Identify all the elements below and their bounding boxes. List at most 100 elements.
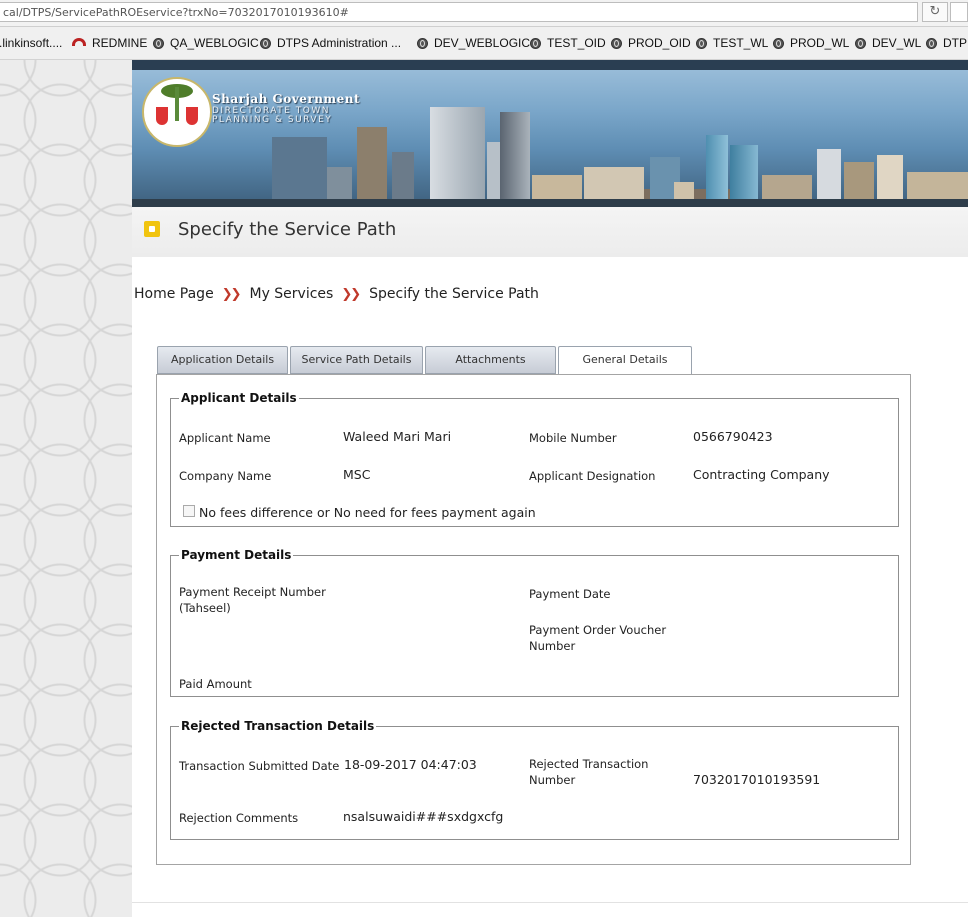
breadcrumb: Home Page ❯❯ My Services ❯❯ Specify the … xyxy=(134,286,539,302)
globe-icon xyxy=(530,37,541,49)
bookmark-dev-weblogic[interactable]: DEV_WEBLOGIC xyxy=(417,36,530,50)
skyline-building xyxy=(272,137,327,207)
sharjah-emblem-logo xyxy=(142,77,212,147)
footer-divider xyxy=(132,902,968,903)
applicant-designation-label: Applicant Designation xyxy=(529,469,656,483)
emblem-shield xyxy=(156,107,168,125)
payment-date-label: Payment Date xyxy=(529,587,611,601)
bookmark-label: DEV_WL xyxy=(872,36,922,50)
skyline-tower xyxy=(500,112,530,207)
redmine-icon xyxy=(72,37,86,46)
address-bar-area: cal/DTPS/ServicePathROEservice?trxNo=703… xyxy=(0,0,968,27)
bookmark-label: REDMINE xyxy=(92,36,148,50)
submitted-date-label: Transaction Submitted Date xyxy=(179,759,340,773)
bookmark-linkinsoft[interactable]: .linkinsoft.... xyxy=(0,36,62,50)
no-fees-checkbox-label: No fees difference or No need for fees p… xyxy=(199,505,536,520)
payment-receipt-label-line2: (Tahseel) xyxy=(179,601,231,615)
bookmark-prod-wl[interactable]: PROD_WL xyxy=(773,36,849,50)
org-subtitle-line2: PLANNING & SURVEY xyxy=(212,115,333,125)
main-content: Sharjah Government DIRECTORATE TOWN PLAN… xyxy=(132,60,968,917)
header-banner: Sharjah Government DIRECTORATE TOWN PLAN… xyxy=(132,60,968,207)
payment-details-legend: Payment Details xyxy=(181,548,292,562)
bookmark-label: DTPS Administration ... xyxy=(277,36,402,50)
company-name-value: MSC xyxy=(343,467,371,482)
skyline-ground xyxy=(132,199,968,207)
banner-top-band xyxy=(132,60,968,70)
bookmark-label: TEST_OID xyxy=(547,36,606,50)
globe-icon xyxy=(260,37,271,49)
globe-icon xyxy=(696,37,707,49)
skyline-building xyxy=(357,127,387,207)
globe-icon xyxy=(773,37,784,49)
breadcrumb-home[interactable]: Home Page xyxy=(134,286,214,302)
applicant-designation-value: Contracting Company xyxy=(693,467,830,482)
rejection-comments-label: Rejection Comments xyxy=(179,811,299,825)
payment-details-group: Payment Details Payment Receipt Number (… xyxy=(170,548,899,697)
org-title: Sharjah Government xyxy=(212,92,361,106)
payment-voucher-label-line1: Payment Order Voucher xyxy=(529,623,667,637)
skyline-tower xyxy=(430,107,485,207)
tab-service-path-details[interactable]: Service Path Details xyxy=(290,346,423,374)
applicant-name-value: Waleed Mari Mari xyxy=(343,429,452,444)
palm-trunk xyxy=(175,87,179,121)
reload-button[interactable]: ↻ xyxy=(922,2,948,22)
bookmark-test-wl[interactable]: TEST_WL xyxy=(696,36,768,50)
mobile-number-label: Mobile Number xyxy=(529,431,617,445)
rejected-number-label-line2: Number xyxy=(529,773,576,787)
globe-icon xyxy=(153,37,164,49)
globe-icon xyxy=(417,37,428,49)
reload-icon: ↻ xyxy=(929,4,941,19)
page-icon xyxy=(144,221,160,237)
payment-receipt-label-line1: Payment Receipt Number xyxy=(179,585,326,599)
payment-voucher-label: Payment Order Voucher Number xyxy=(529,622,666,654)
general-details-panel: Applicant Details Applicant Name Waleed … xyxy=(156,374,911,865)
no-fees-checkbox[interactable] xyxy=(183,505,195,517)
rejected-number-value: 7032017010193591 xyxy=(693,772,821,787)
submitted-date-value: 18-09-2017 04:47:03 xyxy=(344,757,477,772)
globe-icon xyxy=(611,37,622,49)
bookmark-label: DTP xyxy=(943,36,967,50)
org-subtitle: DIRECTORATE TOWN PLANNING & SURVEY xyxy=(212,107,332,125)
company-name-label: Company Name xyxy=(179,469,272,483)
bookmark-dtps-admin[interactable]: DTPS Administration ... xyxy=(260,36,401,50)
page-title: Specify the Service Path xyxy=(178,219,397,240)
tab-general-details[interactable]: General Details xyxy=(558,346,692,375)
skyline-tower xyxy=(706,135,728,207)
applicant-details-group: Applicant Details Applicant Name Waleed … xyxy=(170,391,899,527)
rejection-comments-value: nsalsuwaidi###sxdgxcfg xyxy=(343,809,504,824)
skyline-tower xyxy=(730,145,758,207)
tab-attachments[interactable]: Attachments xyxy=(425,346,556,374)
page-title-bar: Specify the Service Path xyxy=(132,207,968,257)
bookmark-redmine[interactable]: REDMINE xyxy=(72,36,147,50)
rejected-transaction-group: Rejected Transaction Details Transaction… xyxy=(170,719,899,840)
applicant-name-label: Applicant Name xyxy=(179,431,271,445)
bookmarks-bar: .linkinsoft.... REDMINE QA_WEBLOGIC DTPS… xyxy=(0,27,968,60)
bookmark-label: QA_WEBLOGIC xyxy=(170,36,259,50)
bookmark-label: .linkinsoft.... xyxy=(0,36,63,50)
bookmark-test-oid[interactable]: TEST_OID xyxy=(530,36,606,50)
background-pattern xyxy=(0,60,132,917)
mobile-number-value: 0566790423 xyxy=(693,429,773,444)
bookmark-label: DEV_WEBLOGIC xyxy=(434,36,531,50)
payment-voucher-label-line2: Number xyxy=(529,639,576,653)
rejected-number-label-line1: Rejected Transaction xyxy=(529,757,649,771)
tab-application-details[interactable]: Application Details xyxy=(157,346,288,374)
rejected-transaction-legend: Rejected Transaction Details xyxy=(181,719,375,733)
double-chevron-icon: ❯❯ xyxy=(221,286,242,302)
bookmark-qa-weblogic[interactable]: QA_WEBLOGIC xyxy=(153,36,259,50)
breadcrumb-my-services[interactable]: My Services xyxy=(249,286,333,302)
payment-receipt-label: Payment Receipt Number (Tahseel) xyxy=(179,584,326,616)
url-side-box xyxy=(950,2,968,22)
double-chevron-icon: ❯❯ xyxy=(341,286,361,302)
emblem-shield xyxy=(186,107,198,125)
bookmark-dev-wl[interactable]: DEV_WL xyxy=(855,36,921,50)
bookmark-label: PROD_OID xyxy=(628,36,691,50)
rejected-number-label: Rejected Transaction Number xyxy=(529,756,648,788)
bookmark-prod-oid[interactable]: PROD_OID xyxy=(611,36,691,50)
bookmark-dtp[interactable]: DTP xyxy=(926,36,967,50)
url-input[interactable]: cal/DTPS/ServicePathROEservice?trxNo=703… xyxy=(0,2,918,22)
breadcrumb-current: Specify the Service Path xyxy=(369,286,539,302)
paid-amount-label: Paid Amount xyxy=(179,677,252,691)
bookmark-label: PROD_WL xyxy=(790,36,850,50)
globe-icon xyxy=(855,37,866,49)
